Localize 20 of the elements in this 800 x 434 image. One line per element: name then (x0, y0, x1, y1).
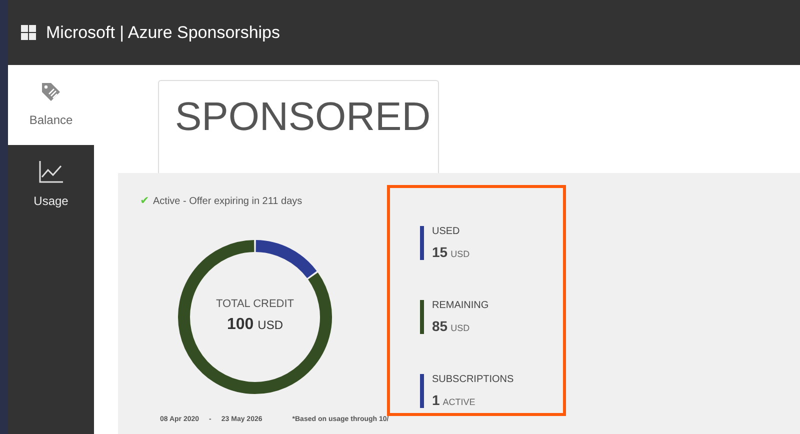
status-text: Active - Offer expiring in 211 days (153, 194, 302, 209)
line-chart-icon (38, 160, 64, 184)
check-icon: ✔ (140, 193, 149, 210)
app-title: Microsoft | Azure Sponsorships (46, 22, 280, 44)
stat-value: 15 (432, 243, 448, 262)
stat-label: USED (432, 225, 461, 239)
stat-value: 1 (432, 391, 440, 410)
stat-label: REMAINING (432, 299, 489, 313)
currency-unit: USD (258, 316, 284, 334)
stat-value: 85 (432, 317, 448, 336)
total-credit-value: 100 (226, 314, 254, 335)
stat-unit: ACTIVE (442, 396, 476, 409)
stat-unit: USD (450, 248, 470, 261)
sidebar-item[interactable]: Balance (8, 65, 94, 145)
stat-label: SUBSCRIPTIONS (432, 373, 514, 387)
tag-icon (40, 81, 62, 103)
sponsored-title: SPONSORED (175, 95, 431, 139)
windows-logo-icon (21, 25, 36, 40)
stat-unit: USD (450, 322, 470, 335)
total-credit-label: TOTAL CREDIT (216, 297, 294, 312)
